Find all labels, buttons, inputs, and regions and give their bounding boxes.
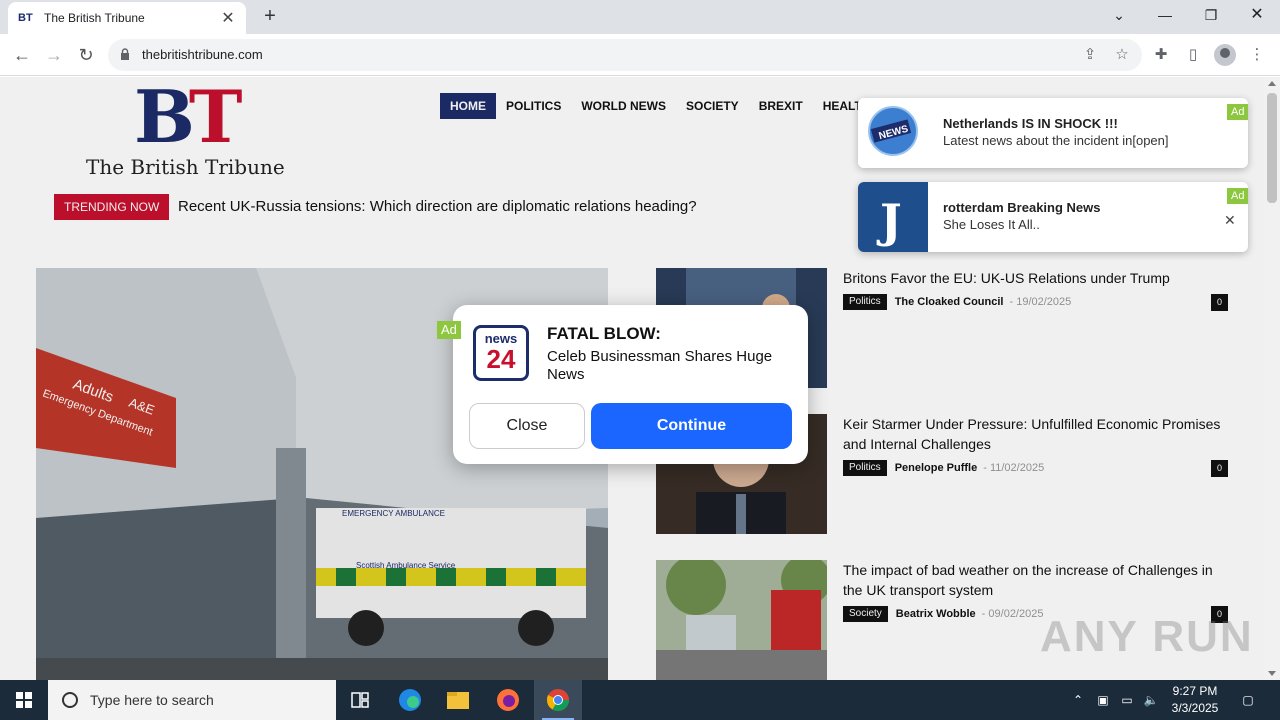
nav-item-home[interactable]: HOME [440, 93, 496, 119]
article-meta: Politics Penelope Puffle 11/02/2025 [843, 460, 1044, 476]
tray-chevron-icon[interactable]: ⌃ [1070, 692, 1086, 708]
article-photo [656, 560, 827, 680]
browser-toolbar: ← → ↻ thebritishtribune.com ⇪ ☆ ✚ ▯ ⋮ [0, 34, 1280, 76]
browser-tab[interactable]: BT The British Tribune ✕ [8, 2, 246, 34]
tab-strip: BT The British Tribune ✕ + ⌄ — ❐ ✕ [0, 0, 1280, 34]
close-button[interactable]: Close [469, 403, 585, 449]
article-title[interactable]: The impact of bad weather on the increas… [843, 560, 1233, 600]
bookmark-star-icon[interactable]: ☆ [1112, 45, 1132, 65]
extensions-puzzle-icon[interactable]: ✚ [1150, 44, 1172, 66]
ambulance-label: EMERGENCY AMBULANCE [342, 509, 445, 518]
volume-icon[interactable]: 🔈 [1143, 692, 1159, 708]
ad-notification[interactable]: NEWS Netherlands IS IN SHOCK !!! Latest … [858, 98, 1249, 168]
ad-badge: Ad [1227, 188, 1249, 204]
clock-date: 3/3/2025 [1171, 701, 1219, 715]
notification-sub: Latest news about the incident in[open] [943, 133, 1169, 148]
modal-headline: FATAL BLOW: [547, 324, 661, 343]
site-logo[interactable]: BT The British Tribune [86, 77, 296, 180]
trending-headline[interactable]: Recent UK-Russia tensions: Which directi… [178, 198, 697, 215]
tab-search-icon[interactable]: ⌄ [1096, 0, 1142, 30]
j-logo-icon: J [858, 182, 928, 252]
anyrun-watermark: ANY RUN [1040, 612, 1254, 661]
address-bar[interactable]: thebritishtribune.com ⇪ ☆ [108, 39, 1142, 71]
ad-modal: Ad news 24 FATAL BLOW: Celeb Businessman… [437, 305, 808, 464]
article-title[interactable]: Keir Starmer Under Pressure: Unfulfilled… [843, 414, 1233, 454]
article-date: 19/02/2025 [1009, 296, 1071, 308]
close-tab-icon[interactable]: ✕ [220, 8, 236, 28]
network-icon[interactable]: ▭ [1119, 692, 1135, 708]
back-arrow-icon[interactable]: ← [10, 43, 34, 67]
continue-button[interactable]: Continue [591, 403, 792, 449]
minimize-button[interactable]: — [1142, 0, 1188, 30]
notification-headline: rotterdam Breaking News [943, 200, 1101, 215]
article-category[interactable]: Politics [843, 460, 887, 476]
article-category[interactable]: Politics [843, 294, 887, 310]
svg-text:J: J [876, 194, 902, 248]
url-text: thebritishtribune.com [142, 47, 263, 62]
menu-kebab-icon[interactable]: ⋮ [1246, 44, 1268, 66]
clock-time: 9:27 PM [1172, 684, 1218, 698]
screen: BT The British Tribune ✕ + ⌄ — ❐ ✕ ← → ↻… [0, 0, 1280, 720]
scroll-thumb[interactable] [1267, 93, 1277, 203]
nav-item-brexit[interactable]: BREXIT [749, 93, 813, 119]
nav-item-politics[interactable]: POLITICS [496, 93, 571, 119]
article-author[interactable]: Beatrix Wobble [896, 608, 976, 620]
comment-count[interactable]: 0 [1211, 460, 1228, 477]
windows-start-icon[interactable] [0, 680, 48, 720]
ad-badge: Ad [1227, 104, 1249, 120]
trending-badge: TRENDING NOW [54, 194, 170, 220]
article-category[interactable]: Society [843, 606, 888, 622]
lock-icon [121, 48, 129, 60]
search-icon [62, 692, 78, 708]
ambulance-service-label: Scottish Ambulance Service [356, 561, 456, 570]
notification-headline: Netherlands IS IN SHOCK !!! [943, 116, 1118, 131]
firefox-icon[interactable] [484, 680, 532, 720]
windows-taskbar: Type here to search ⌃ ▣ ▭ 🔈 9:27 PM 3/3/… [0, 680, 1280, 720]
article-title[interactable]: Britons Favor the EU: UK-US Relations un… [843, 268, 1233, 288]
close-window-button[interactable]: ✕ [1234, 0, 1280, 30]
taskbar-clock[interactable]: 9:27 PM 3/3/2025 [1166, 683, 1224, 717]
nav-item-world-news[interactable]: WORLD NEWS [571, 93, 676, 119]
nav-item-society[interactable]: SOCIETY [676, 93, 749, 119]
article-thumbnail[interactable] [656, 560, 827, 680]
restore-button[interactable]: ❐ [1188, 0, 1234, 30]
edge-browser-icon[interactable] [386, 680, 434, 720]
article-meta: Politics The Cloaked Council 19/02/2025 [843, 294, 1071, 310]
comment-count[interactable]: 0 [1211, 294, 1228, 311]
notification-close-icon[interactable]: ✕ [1224, 212, 1236, 229]
site-favicon-icon: BT [18, 12, 33, 24]
task-view-icon[interactable] [336, 680, 384, 720]
profile-avatar[interactable] [1214, 44, 1236, 66]
modal-subtext: Celeb Businessman Shares Huge News [547, 348, 773, 383]
new-tab-button[interactable]: + [258, 5, 282, 29]
page-scrollbar[interactable] [1264, 77, 1280, 680]
news-globe-icon: NEWS [858, 98, 928, 168]
taskbar-search-box[interactable]: Type here to search [48, 680, 336, 720]
ad-badge: Ad [437, 321, 461, 339]
article-author[interactable]: The Cloaked Council [895, 296, 1004, 308]
file-explorer-icon[interactable] [434, 680, 482, 720]
notification-sub: She Loses It All.. [943, 217, 1040, 232]
article-meta: Society Beatrix Wobble 09/02/2025 [843, 606, 1043, 622]
ad-notification[interactable]: J rotterdam Breaking News She Loses It A… [858, 182, 1249, 252]
chrome-icon[interactable] [534, 680, 582, 720]
taskbar-search-placeholder: Type here to search [90, 692, 214, 708]
tab-title: The British Tribune [44, 11, 145, 25]
share-icon[interactable]: ⇪ [1080, 45, 1100, 65]
article-date: 11/02/2025 [983, 462, 1044, 474]
scroll-down-icon[interactable] [1268, 671, 1276, 676]
logo-name: The British Tribune [86, 155, 285, 179]
news24-logo-icon: news 24 [473, 325, 529, 381]
reload-icon[interactable]: ↻ [74, 43, 98, 67]
notifications-icon[interactable]: ▢ [1239, 692, 1257, 708]
scroll-up-icon[interactable] [1268, 81, 1276, 86]
article-author[interactable]: Penelope Puffle [895, 462, 978, 474]
side-panel-icon[interactable]: ▯ [1182, 44, 1204, 66]
tray-device-icon[interactable]: ▣ [1095, 692, 1111, 708]
logo-mark: BT [134, 77, 242, 159]
article-date: 09/02/2025 [982, 608, 1043, 620]
forward-arrow-icon[interactable]: → [42, 43, 66, 67]
